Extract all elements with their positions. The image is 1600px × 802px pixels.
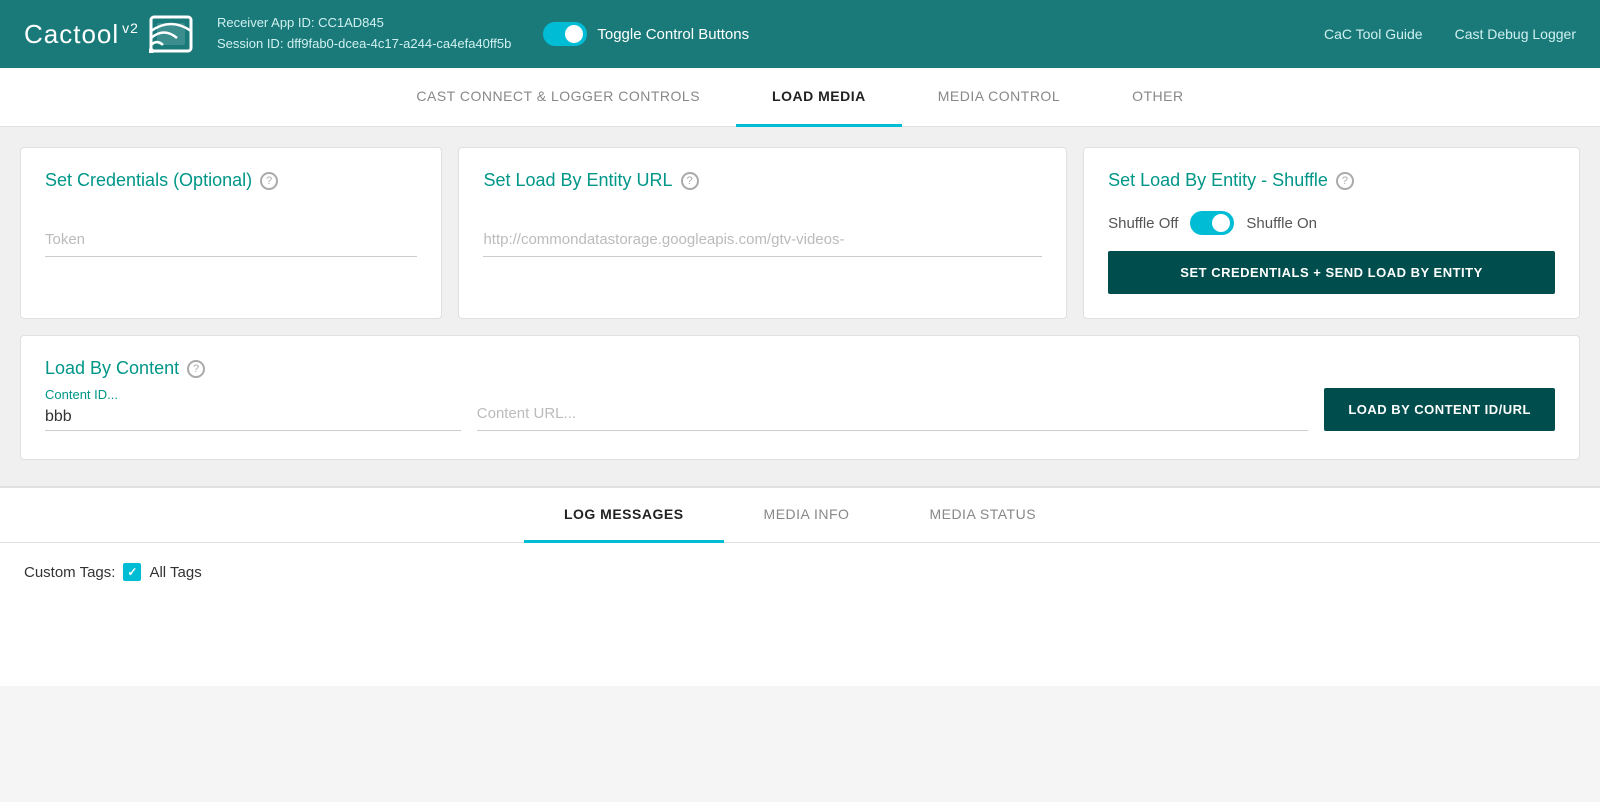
- bottom-section: LOG MESSAGES MEDIA INFO MEDIA STATUS Cus…: [0, 486, 1600, 686]
- toggle-label: Toggle Control Buttons: [597, 26, 749, 43]
- bottom-nav: LOG MESSAGES MEDIA INFO MEDIA STATUS: [0, 488, 1600, 543]
- load-content-help-icon[interactable]: ?: [187, 360, 205, 378]
- all-tags-checkbox[interactable]: [123, 563, 141, 581]
- entity-url-card: Set Load By Entity URL ?: [458, 147, 1067, 319]
- tab-media-control[interactable]: MEDIA CONTROL: [902, 68, 1096, 127]
- load-by-content-button[interactable]: LOAD BY CONTENT ID/URL: [1324, 388, 1555, 431]
- toggle-switch[interactable]: [543, 22, 587, 46]
- token-input[interactable]: [45, 223, 417, 257]
- custom-tags-label: Custom Tags:: [24, 564, 115, 581]
- main-content: Set Credentials (Optional) ? Set Load By…: [0, 127, 1600, 486]
- load-content-card-title: Load By Content ?: [45, 358, 1555, 379]
- cac-tool-guide-link[interactable]: CaC Tool Guide: [1324, 26, 1423, 42]
- cards-row: Set Credentials (Optional) ? Set Load By…: [20, 147, 1580, 319]
- tab-media-status[interactable]: MEDIA STATUS: [889, 488, 1076, 543]
- session-info: Receiver App ID: CC1AD845 Session ID: df…: [217, 13, 511, 55]
- credentials-help-icon[interactable]: ?: [260, 172, 278, 190]
- entity-shuffle-title-text: Set Load By Entity - Shuffle: [1108, 170, 1328, 191]
- shuffle-row: Shuffle Off Shuffle On: [1108, 211, 1555, 235]
- main-nav: CAST CONNECT & LOGGER CONTROLS LOAD MEDI…: [0, 68, 1600, 127]
- load-content-title-text: Load By Content: [45, 358, 179, 379]
- app-name: Cactoolv2: [24, 19, 139, 50]
- cast-debug-logger-link[interactable]: Cast Debug Logger: [1455, 26, 1576, 42]
- toggle-slider: [543, 22, 587, 46]
- cast-icon: [149, 15, 193, 53]
- content-id-label: Content ID...: [45, 387, 461, 402]
- entity-url-help-icon[interactable]: ?: [681, 172, 699, 190]
- session-id: Session ID: dff9fab0-dcea-4c17-a244-ca4e…: [217, 34, 511, 55]
- credentials-card: Set Credentials (Optional) ?: [20, 147, 442, 319]
- app-version: v2: [122, 20, 139, 36]
- content-id-group: Content ID...: [45, 387, 461, 431]
- content-id-input[interactable]: [45, 404, 461, 431]
- entity-url-title-text: Set Load By Entity URL: [483, 170, 672, 191]
- header-links: CaC Tool Guide Cast Debug Logger: [1324, 26, 1576, 42]
- app-header: Cactoolv2 Receiver App ID: CC1AD845 Sess…: [0, 0, 1600, 68]
- tab-cast-connect[interactable]: CAST CONNECT & LOGGER CONTROLS: [380, 68, 736, 127]
- shuffle-on-label: Shuffle On: [1246, 215, 1317, 232]
- content-url-group: [477, 397, 1309, 431]
- credentials-card-title: Set Credentials (Optional) ?: [45, 170, 417, 191]
- tab-media-info[interactable]: MEDIA INFO: [724, 488, 890, 543]
- shuffle-off-label: Shuffle Off: [1108, 215, 1178, 232]
- content-url-input[interactable]: [477, 397, 1309, 431]
- tab-load-media[interactable]: LOAD MEDIA: [736, 68, 902, 127]
- set-credentials-send-load-button[interactable]: SET CREDENTIALS + SEND LOAD BY ENTITY: [1108, 251, 1555, 294]
- load-content-card: Load By Content ? Content ID... LOAD BY …: [20, 335, 1580, 460]
- bottom-content: Custom Tags: All Tags: [0, 543, 1600, 601]
- custom-tags-row: Custom Tags: All Tags: [24, 563, 1576, 581]
- logo: Cactoolv2: [24, 15, 193, 53]
- credentials-title-text: Set Credentials (Optional): [45, 170, 252, 191]
- receiver-app-id: Receiver App ID: CC1AD845: [217, 13, 511, 34]
- tab-other[interactable]: OTHER: [1096, 68, 1220, 127]
- all-tags-label: All Tags: [149, 564, 201, 581]
- entity-url-input[interactable]: [483, 223, 1042, 257]
- entity-url-card-title: Set Load By Entity URL ?: [483, 170, 1042, 191]
- entity-shuffle-card: Set Load By Entity - Shuffle ? Shuffle O…: [1083, 147, 1580, 319]
- toggle-control[interactable]: Toggle Control Buttons: [543, 22, 749, 46]
- load-content-inputs: Content ID... LOAD BY CONTENT ID/URL: [45, 387, 1555, 431]
- entity-shuffle-help-icon[interactable]: ?: [1336, 172, 1354, 190]
- shuffle-toggle[interactable]: [1190, 211, 1234, 235]
- app-name-text: Cactool: [24, 19, 119, 49]
- shuffle-slider: [1190, 211, 1234, 235]
- entity-shuffle-card-title: Set Load By Entity - Shuffle ?: [1108, 170, 1555, 191]
- tab-log-messages[interactable]: LOG MESSAGES: [524, 488, 724, 543]
